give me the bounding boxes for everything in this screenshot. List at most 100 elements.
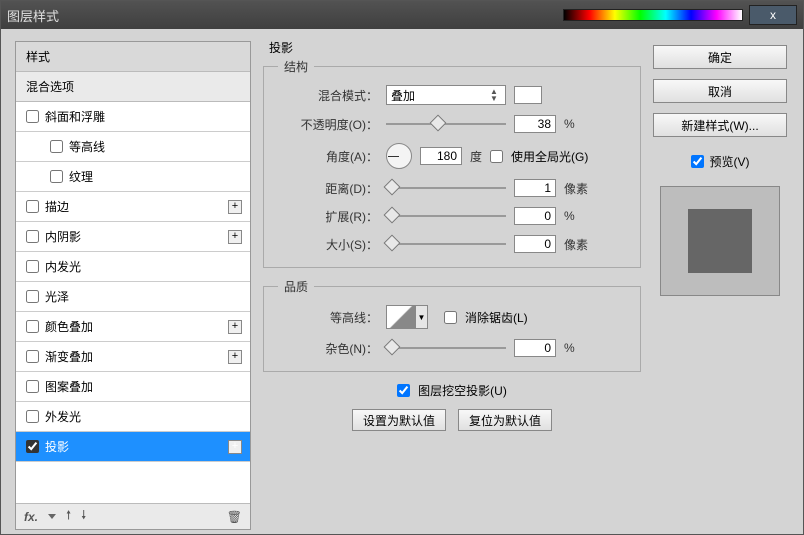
item-label: 图案叠加 xyxy=(45,378,93,395)
item-color-overlay[interactable]: 颜色叠加 + xyxy=(16,312,250,342)
item-texture[interactable]: 纹理 xyxy=(16,162,250,192)
new-style-button[interactable]: 新建样式(W)... xyxy=(653,113,787,137)
satin-checkbox[interactable] xyxy=(26,290,39,303)
quality-legend: 品质 xyxy=(278,278,314,295)
opacity-slider[interactable] xyxy=(386,117,506,131)
distance-slider[interactable] xyxy=(386,181,506,195)
set-default-button[interactable]: 设置为默认值 xyxy=(352,409,446,431)
dialog-body: 样式 混合选项 斜面和浮雕 等高线 纹理 描边 + 内阴影 xyxy=(1,29,803,534)
size-input[interactable] xyxy=(514,235,556,253)
noise-slider[interactable] xyxy=(386,341,506,355)
quality-group: 品质 等高线： ▼ 消除锯齿(L) 杂色(N)： % xyxy=(263,278,641,372)
item-label: 斜面和浮雕 xyxy=(45,108,105,125)
item-label: 内阴影 xyxy=(45,228,81,245)
contour-dropdown-icon[interactable]: ▼ xyxy=(416,305,428,329)
item-contour[interactable]: 等高线 xyxy=(16,132,250,162)
angle-input[interactable] xyxy=(420,147,462,165)
ok-button[interactable]: 确定 xyxy=(653,45,787,69)
preview-label: 预览(V) xyxy=(710,153,750,170)
distance-input[interactable] xyxy=(514,179,556,197)
opacity-input[interactable] xyxy=(514,115,556,133)
row-spread: 扩展(R)： % xyxy=(278,207,626,225)
item-drop-shadow[interactable]: 投影 + xyxy=(16,432,250,462)
add-icon[interactable]: + xyxy=(228,320,242,334)
item-label: 投影 xyxy=(45,438,69,455)
angle-unit: 度 xyxy=(470,148,482,165)
item-inner-glow[interactable]: 内发光 xyxy=(16,252,250,282)
noise-input[interactable] xyxy=(514,339,556,357)
section-title: 投影 xyxy=(269,39,641,56)
spread-unit: % xyxy=(564,209,575,223)
row-angle: 角度(A)： 度 使用全局光(G) xyxy=(278,143,626,169)
distance-unit: 像素 xyxy=(564,180,588,197)
cancel-button[interactable]: 取消 xyxy=(653,79,787,103)
reset-default-button[interactable]: 复位为默认值 xyxy=(458,409,552,431)
structure-legend: 结构 xyxy=(278,58,314,75)
item-label: 颜色叠加 xyxy=(45,318,93,335)
size-label: 大小(S)： xyxy=(278,236,378,253)
item-label: 等高线 xyxy=(69,138,105,155)
item-inner-shadow[interactable]: 内阴影 + xyxy=(16,222,250,252)
size-slider[interactable] xyxy=(386,237,506,251)
fx-menu-icon[interactable] xyxy=(48,514,56,519)
contour-checkbox[interactable] xyxy=(50,140,63,153)
spread-slider[interactable] xyxy=(386,209,506,223)
up-icon[interactable]: 🠕 xyxy=(66,506,71,527)
row-default-buttons: 设置为默认值 复位为默认值 xyxy=(263,409,641,431)
outer-glow-checkbox[interactable] xyxy=(26,410,39,423)
trash-icon[interactable]: 🗑 xyxy=(227,510,242,524)
gradient-overlay-checkbox[interactable] xyxy=(26,350,39,363)
add-icon[interactable]: + xyxy=(228,230,242,244)
add-icon[interactable]: + xyxy=(228,200,242,214)
inner-glow-checkbox[interactable] xyxy=(26,260,39,273)
blend-mode-label: 混合模式： xyxy=(278,87,378,104)
item-outer-glow[interactable]: 外发光 xyxy=(16,402,250,432)
styles-header[interactable]: 样式 xyxy=(16,42,250,72)
global-light-label: 使用全局光(G) xyxy=(511,148,588,165)
styles-footer: fx. 🠕 🠗 🗑 xyxy=(16,503,250,529)
anti-alias-checkbox[interactable] xyxy=(444,311,457,324)
drop-shadow-checkbox[interactable] xyxy=(26,440,39,453)
pattern-overlay-checkbox[interactable] xyxy=(26,380,39,393)
add-icon[interactable]: + xyxy=(228,440,242,454)
item-gradient-overlay[interactable]: 渐变叠加 + xyxy=(16,342,250,372)
color-overlay-checkbox[interactable] xyxy=(26,320,39,333)
noise-unit: % xyxy=(564,341,575,355)
spread-input[interactable] xyxy=(514,207,556,225)
action-panel: 确定 取消 新建样式(W)... 预览(V) xyxy=(653,29,803,534)
item-bevel-emboss[interactable]: 斜面和浮雕 xyxy=(16,102,250,132)
item-satin[interactable]: 光泽 xyxy=(16,282,250,312)
contour-preview[interactable] xyxy=(386,305,416,329)
row-knockout: 图层挖空投影(U) xyxy=(263,382,641,399)
item-pattern-overlay[interactable]: 图案叠加 xyxy=(16,372,250,402)
preview-checkbox[interactable] xyxy=(691,155,704,168)
item-label: 纹理 xyxy=(69,168,93,185)
color-swatch[interactable] xyxy=(514,86,542,104)
down-icon[interactable]: 🠗 xyxy=(81,506,86,527)
anti-alias-label: 消除锯齿(L) xyxy=(465,309,528,326)
knockout-checkbox[interactable] xyxy=(397,384,410,397)
item-label: 渐变叠加 xyxy=(45,348,93,365)
stroke-checkbox[interactable] xyxy=(26,200,39,213)
color-strip xyxy=(563,9,743,21)
titlebar[interactable]: 图层样式 x xyxy=(1,1,803,29)
global-light-checkbox[interactable] xyxy=(490,150,503,163)
distance-label: 距离(D)： xyxy=(278,180,378,197)
row-size: 大小(S)： 像素 xyxy=(278,235,626,253)
contour-label: 等高线： xyxy=(278,309,378,326)
item-stroke[interactable]: 描边 + xyxy=(16,192,250,222)
opacity-label: 不透明度(O)： xyxy=(278,116,378,133)
angle-label: 角度(A)： xyxy=(278,148,378,165)
item-label: 光泽 xyxy=(45,288,69,305)
inner-shadow-checkbox[interactable] xyxy=(26,230,39,243)
preview-box xyxy=(660,186,780,296)
close-button[interactable]: x xyxy=(749,5,797,25)
blend-options-header[interactable]: 混合选项 xyxy=(16,72,250,102)
item-label: 描边 xyxy=(45,198,69,215)
blend-mode-select[interactable]: 叠加 ▲▼ xyxy=(386,85,506,105)
fx-icon[interactable]: fx. xyxy=(24,510,38,524)
texture-checkbox[interactable] xyxy=(50,170,63,183)
angle-dial[interactable] xyxy=(386,143,412,169)
bevel-checkbox[interactable] xyxy=(26,110,39,123)
add-icon[interactable]: + xyxy=(228,350,242,364)
